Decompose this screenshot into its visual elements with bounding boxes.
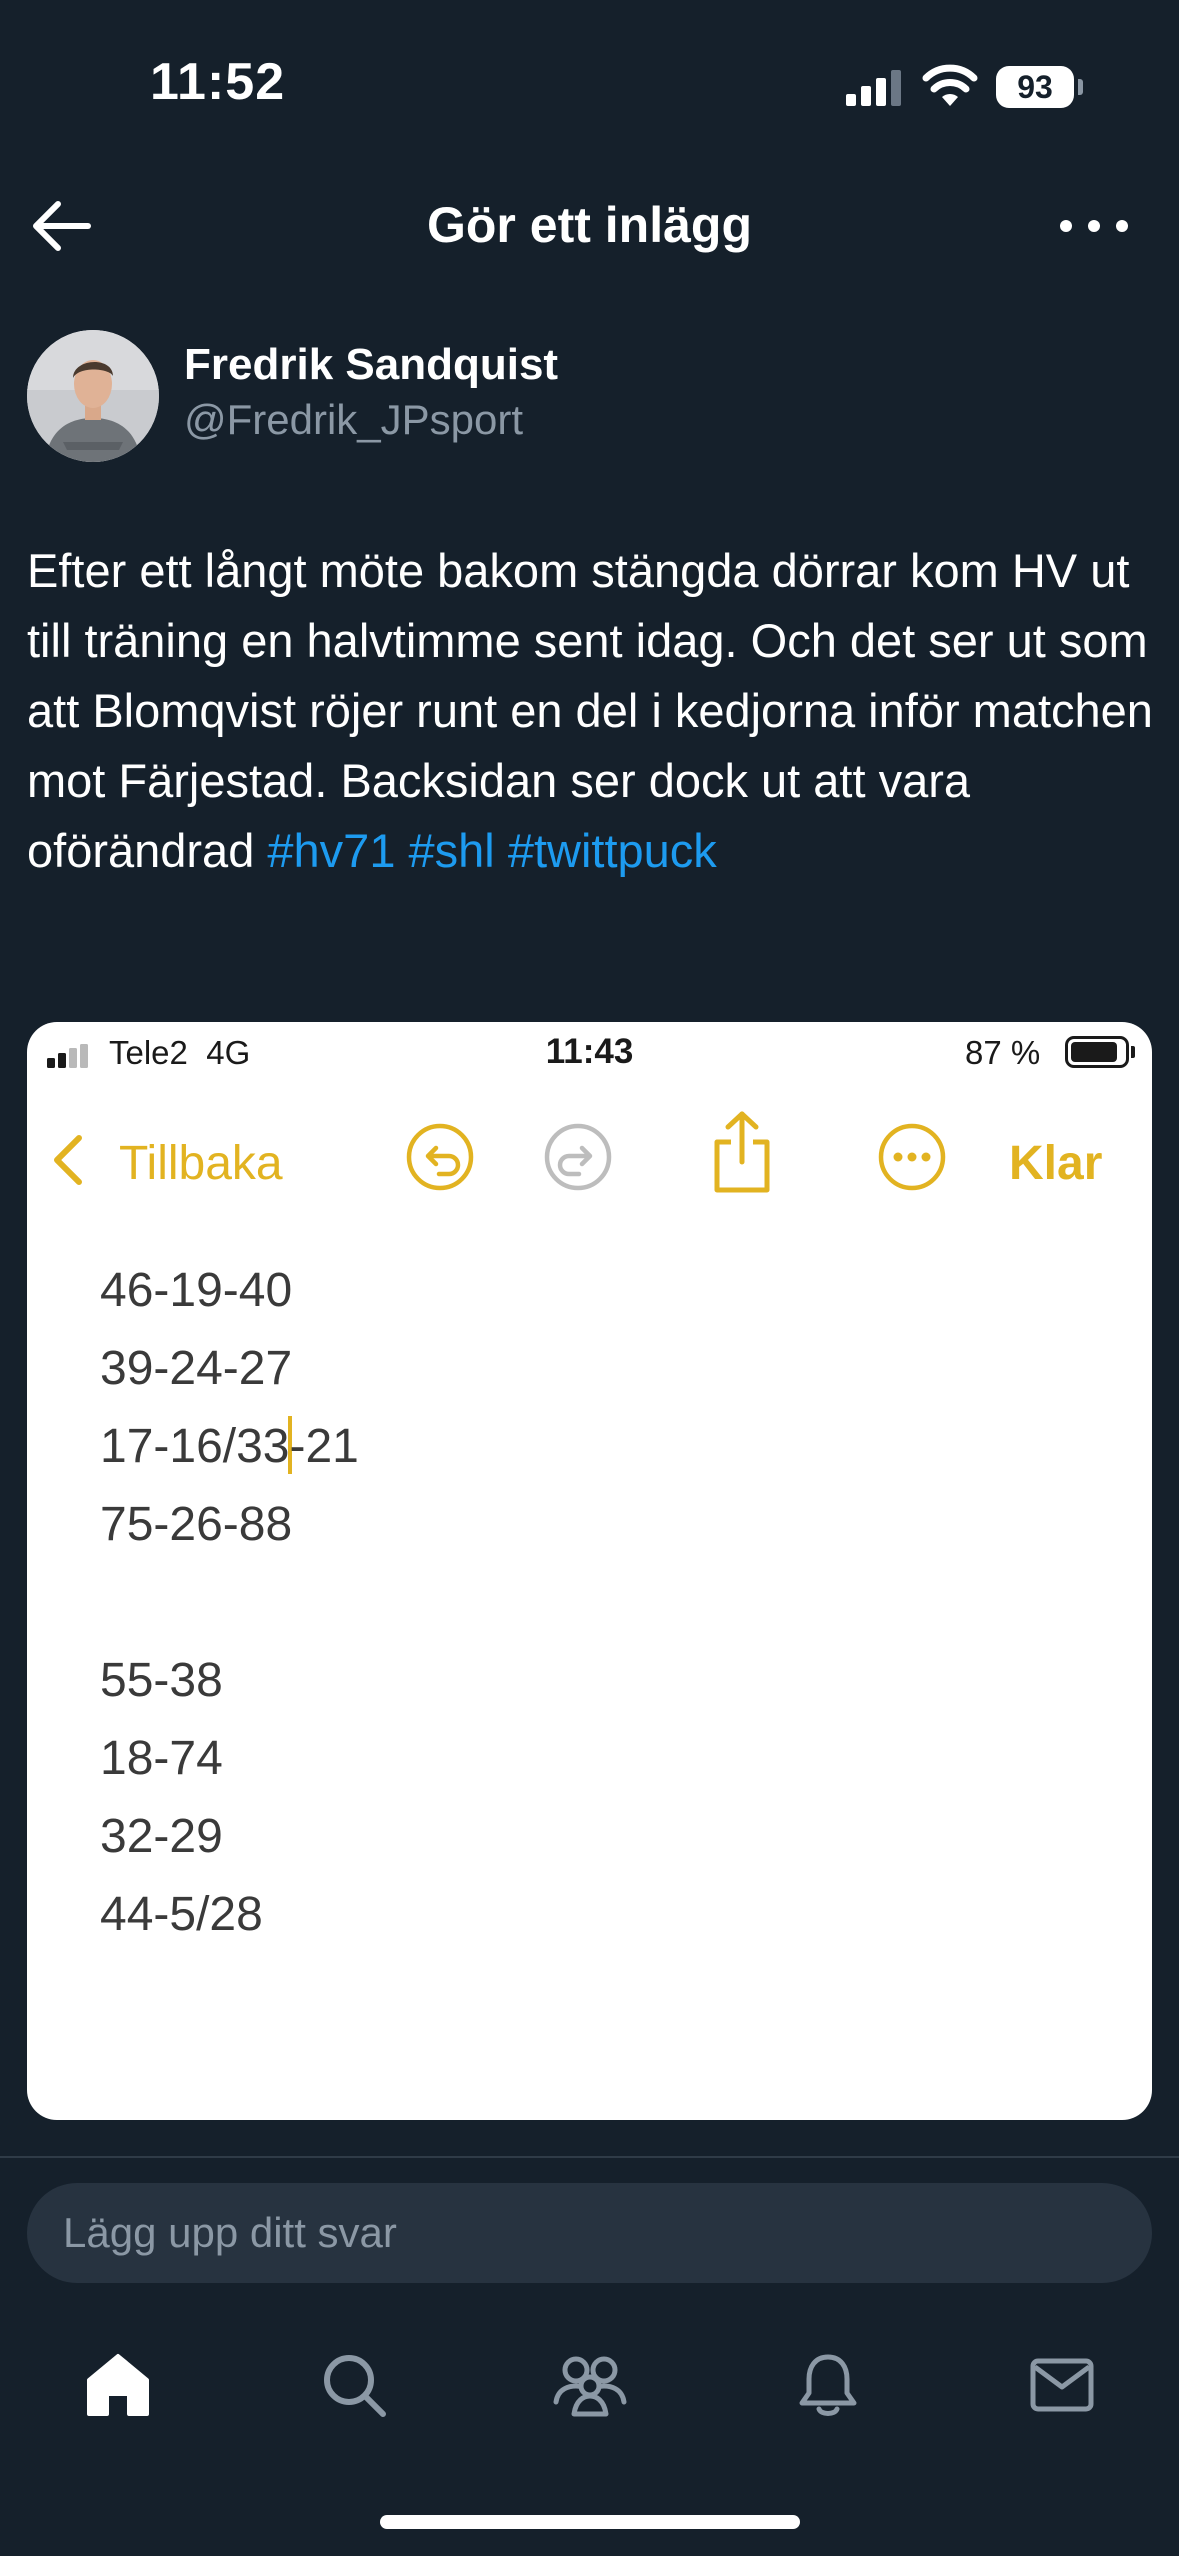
home-icon bbox=[87, 2354, 149, 2416]
image-status-bar: Tele2 4G 11:43 87 % bbox=[27, 1022, 1152, 1082]
notes-line: 46-19-40 bbox=[100, 1264, 293, 1317]
avatar[interactable] bbox=[27, 330, 159, 462]
tab-search[interactable] bbox=[294, 2330, 414, 2440]
line-text-before-caret: 17-16/33 bbox=[100, 1420, 290, 1473]
battery-icon bbox=[1065, 1036, 1129, 1068]
attached-image[interactable]: Tele2 4G 11:43 87 % Tillbaka Klar 46-19-… bbox=[27, 1022, 1152, 2120]
bell-icon bbox=[799, 2354, 857, 2416]
notes-line: 18-74 bbox=[100, 1732, 223, 1785]
reply-placeholder: Lägg upp ditt svar bbox=[63, 2209, 397, 2256]
notes-done-label: Klar bbox=[1009, 1137, 1103, 1190]
reply-input[interactable]: Lägg upp ditt svar bbox=[27, 2183, 1152, 2283]
notes-line: 17-16/33-21 bbox=[100, 1408, 359, 1486]
tab-messages[interactable] bbox=[1002, 2330, 1122, 2440]
status-time: 11:52 bbox=[150, 53, 286, 111]
line-text-after-caret: -21 bbox=[289, 1420, 359, 1473]
notes-content: 46-19-40 39-24-27 17-16/33-21 75-26-88 5… bbox=[100, 1252, 359, 1954]
image-battery-percent: 87 % bbox=[965, 1034, 1041, 1071]
hashtag-link[interactable]: #twittpuck bbox=[508, 824, 717, 877]
redo-icon bbox=[544, 1123, 612, 1191]
author-name[interactable]: Fredrik Sandquist bbox=[184, 340, 558, 390]
post-text: Efter ett långt möte bakom stängda dörra… bbox=[27, 536, 1157, 886]
tab-communities[interactable] bbox=[530, 2330, 650, 2440]
search-icon bbox=[324, 2355, 386, 2417]
notes-back-label: Tillbaka bbox=[119, 1137, 283, 1190]
hashtag-link[interactable]: #hv71 bbox=[267, 824, 395, 877]
battery-tip bbox=[1131, 1046, 1135, 1058]
notes-line: 39-24-27 bbox=[100, 1342, 293, 1395]
people-icon bbox=[553, 2356, 627, 2417]
more-circle-icon bbox=[878, 1123, 946, 1191]
notes-toolbar: Tillbaka Klar bbox=[27, 1102, 1152, 1212]
share-icon bbox=[714, 1111, 770, 1193]
chevron-left-icon bbox=[54, 1135, 82, 1185]
bottom-tab-bar bbox=[0, 2330, 1179, 2460]
battery-indicator: 93 bbox=[996, 66, 1074, 108]
more-horizontal-icon[interactable] bbox=[1056, 214, 1132, 238]
cellular-signal-icon bbox=[846, 70, 901, 106]
notes-line: 55-38 bbox=[100, 1654, 223, 1707]
envelope-icon bbox=[1030, 2358, 1094, 2412]
notes-line: 32-29 bbox=[100, 1810, 223, 1863]
notes-line: 44-5/28 bbox=[100, 1888, 263, 1941]
tab-notifications[interactable] bbox=[768, 2330, 888, 2440]
status-bar: 11:52 93 bbox=[0, 0, 1179, 150]
page-title: Gör ett inlägg bbox=[427, 197, 752, 253]
hashtag-link[interactable]: #shl bbox=[409, 824, 495, 877]
notes-line: 75-26-88 bbox=[100, 1498, 293, 1551]
tab-home[interactable] bbox=[58, 2330, 178, 2440]
post-header: Gör ett inlägg bbox=[0, 170, 1179, 280]
notes-line bbox=[100, 1564, 359, 1642]
avatar-image bbox=[27, 330, 159, 462]
battery-tip bbox=[1078, 79, 1083, 95]
home-indicator bbox=[380, 2515, 800, 2529]
wifi-icon bbox=[922, 64, 978, 106]
undo-icon bbox=[406, 1123, 474, 1191]
author-handle[interactable]: @Fredrik_JPsport bbox=[184, 396, 523, 444]
divider bbox=[0, 2156, 1179, 2158]
